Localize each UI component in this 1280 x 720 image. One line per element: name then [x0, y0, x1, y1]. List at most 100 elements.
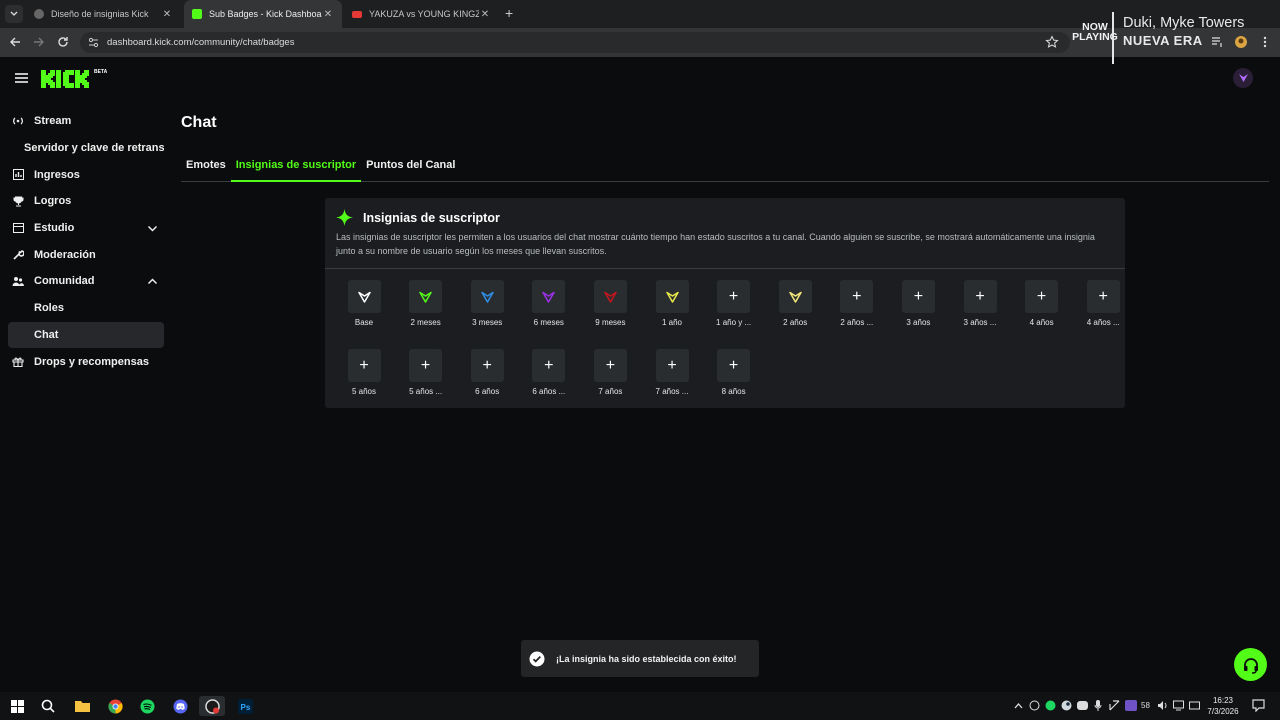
- tab-emotes[interactable]: Emotes: [181, 156, 231, 182]
- forward-icon[interactable]: [32, 35, 46, 49]
- new-tab-button[interactable]: +: [505, 5, 513, 21]
- badge-slot[interactable]: Base: [329, 280, 399, 327]
- add-badge-button[interactable]: +: [717, 280, 751, 313]
- add-badge-button[interactable]: +: [532, 349, 566, 382]
- site-info-icon[interactable]: [88, 37, 99, 48]
- badge-image[interactable]: [409, 280, 443, 313]
- add-badge-button[interactable]: +: [470, 349, 504, 382]
- network-tray-icon[interactable]: [1109, 700, 1120, 711]
- badge-label: 2 años ...: [840, 318, 874, 327]
- badge-slot[interactable]: 2 meses: [391, 280, 461, 327]
- taskbar-obs[interactable]: [199, 696, 225, 716]
- support-button[interactable]: [1234, 648, 1267, 681]
- back-icon[interactable]: [8, 35, 22, 49]
- bookmark-star-icon[interactable]: [1045, 35, 1059, 49]
- badge-slot[interactable]: +8 años: [699, 349, 769, 396]
- tab-search-button[interactable]: [5, 5, 23, 23]
- sidebar-item-ingresos[interactable]: Ingresos: [8, 161, 164, 188]
- add-badge-button[interactable]: +: [717, 349, 751, 382]
- close-tab-icon[interactable]: ✕: [322, 9, 334, 20]
- notification-icon[interactable]: [1252, 699, 1265, 712]
- badge-image[interactable]: [347, 280, 381, 313]
- taskbar-spotify[interactable]: [134, 696, 160, 716]
- steam-tray-icon[interactable]: [1061, 700, 1072, 711]
- taskbar-photoshop[interactable]: Ps: [232, 696, 258, 716]
- badge-label: 7 años: [598, 387, 623, 396]
- start-button[interactable]: [4, 696, 30, 716]
- badge-slot[interactable]: +4 años: [1007, 280, 1077, 327]
- badge-slot[interactable]: +7 años ...: [637, 349, 707, 396]
- chevron-down-icon[interactable]: [147, 223, 158, 234]
- taskbar-discord[interactable]: [167, 696, 193, 716]
- close-tab-icon[interactable]: ✕: [479, 9, 491, 20]
- sidebar-item-drops[interactable]: Drops y recompensas: [8, 348, 164, 375]
- badge-label: 6 años: [475, 387, 500, 396]
- badge-slot[interactable]: +5 años ...: [391, 349, 461, 396]
- taskbar-clock[interactable]: 16:23 7/3/2026: [1206, 695, 1240, 717]
- add-badge-button[interactable]: +: [1025, 280, 1059, 313]
- microphone-icon[interactable]: [1094, 700, 1102, 712]
- sidebar-item-moderacion[interactable]: Moderación: [8, 241, 164, 268]
- badge-slot[interactable]: 2 años: [760, 280, 830, 327]
- sidebar-item-estudio[interactable]: Estudio: [8, 215, 164, 242]
- tab-sub-badges[interactable]: Insignias de suscriptor: [230, 156, 362, 182]
- tray-app-icon[interactable]: [1029, 700, 1040, 711]
- media-control-icon[interactable]: [1210, 35, 1224, 49]
- badge-slot[interactable]: 9 meses: [575, 280, 645, 327]
- display-tray-icon[interactable]: [1173, 700, 1184, 711]
- badge-image[interactable]: [470, 280, 504, 313]
- address-bar[interactable]: dashboard.kick.com/community/chat/badges: [80, 32, 1070, 53]
- menu-hamburger-icon[interactable]: [15, 72, 28, 84]
- badge-slot[interactable]: +6 años ...: [514, 349, 584, 396]
- badge-slot[interactable]: +2 años ...: [822, 280, 892, 327]
- sidebar-item-roles[interactable]: Roles: [8, 295, 164, 322]
- sidebar-item-logros[interactable]: Logros: [8, 188, 164, 215]
- browser-tab-2[interactable]: YAKUZA vs YOUNG KINGZ | GR ✕: [344, 0, 499, 28]
- badge-slot[interactable]: +5 años: [329, 349, 399, 396]
- user-avatar[interactable]: [1233, 68, 1253, 88]
- badge-image[interactable]: [593, 280, 627, 313]
- add-badge-button[interactable]: +: [593, 349, 627, 382]
- chevron-up-icon[interactable]: [1014, 702, 1023, 710]
- kick-logo[interactable]: [41, 68, 93, 88]
- add-badge-button[interactable]: +: [1086, 280, 1120, 313]
- add-badge-button[interactable]: +: [963, 280, 997, 313]
- add-badge-button[interactable]: +: [655, 349, 689, 382]
- speaker-icon[interactable]: [1157, 700, 1168, 711]
- taskbar-explorer[interactable]: [69, 696, 95, 716]
- add-badge-button[interactable]: +: [901, 280, 935, 313]
- search-button[interactable]: [35, 696, 61, 716]
- badge-image[interactable]: [778, 280, 812, 313]
- badge-slot[interactable]: +6 años: [452, 349, 522, 396]
- sidebar-item-stream[interactable]: Stream: [8, 108, 164, 135]
- badge-slot[interactable]: 6 meses: [514, 280, 584, 327]
- badge-slot[interactable]: +1 año y ...: [699, 280, 769, 327]
- extension-avatar-icon[interactable]: [1234, 35, 1248, 49]
- close-tab-icon[interactable]: ✕: [161, 9, 173, 20]
- tab-channel-points[interactable]: Puntos del Canal: [361, 156, 460, 182]
- badge-image[interactable]: [655, 280, 689, 313]
- add-badge-button[interactable]: +: [347, 349, 381, 382]
- browser-tab-1[interactable]: Sub Badges - Kick Dashboard ✕: [184, 0, 342, 28]
- badge-slot[interactable]: 1 año: [637, 280, 707, 327]
- sidebar-item-comunidad[interactable]: Comunidad: [8, 268, 164, 295]
- sidebar-item-server-key[interactable]: Servidor y clave de retransmisión: [8, 135, 164, 162]
- taskbar-chrome[interactable]: [102, 696, 128, 716]
- spotify-tray-icon[interactable]: [1045, 700, 1056, 711]
- badge-slot[interactable]: +3 años ...: [945, 280, 1015, 327]
- nvidia-tray-icon[interactable]: [1125, 700, 1137, 711]
- badge-image[interactable]: [532, 280, 566, 313]
- add-badge-button[interactable]: +: [840, 280, 874, 313]
- badge-slot[interactable]: +3 años: [883, 280, 953, 327]
- badge-slot[interactable]: 3 meses: [452, 280, 522, 327]
- sidebar-item-chat[interactable]: Chat: [8, 321, 164, 349]
- more-menu-icon[interactable]: [1258, 35, 1272, 49]
- add-badge-button[interactable]: +: [409, 349, 443, 382]
- reload-icon[interactable]: [56, 35, 70, 49]
- browser-tab-0[interactable]: Diseño de insignias Kick ✕: [26, 0, 181, 28]
- keyboard-tray-icon[interactable]: [1189, 700, 1200, 711]
- chevron-up-icon[interactable]: [147, 276, 158, 287]
- badge-slot[interactable]: +4 años ...: [1068, 280, 1138, 327]
- discord-tray-icon[interactable]: [1077, 701, 1088, 710]
- badge-slot[interactable]: +7 años: [575, 349, 645, 396]
